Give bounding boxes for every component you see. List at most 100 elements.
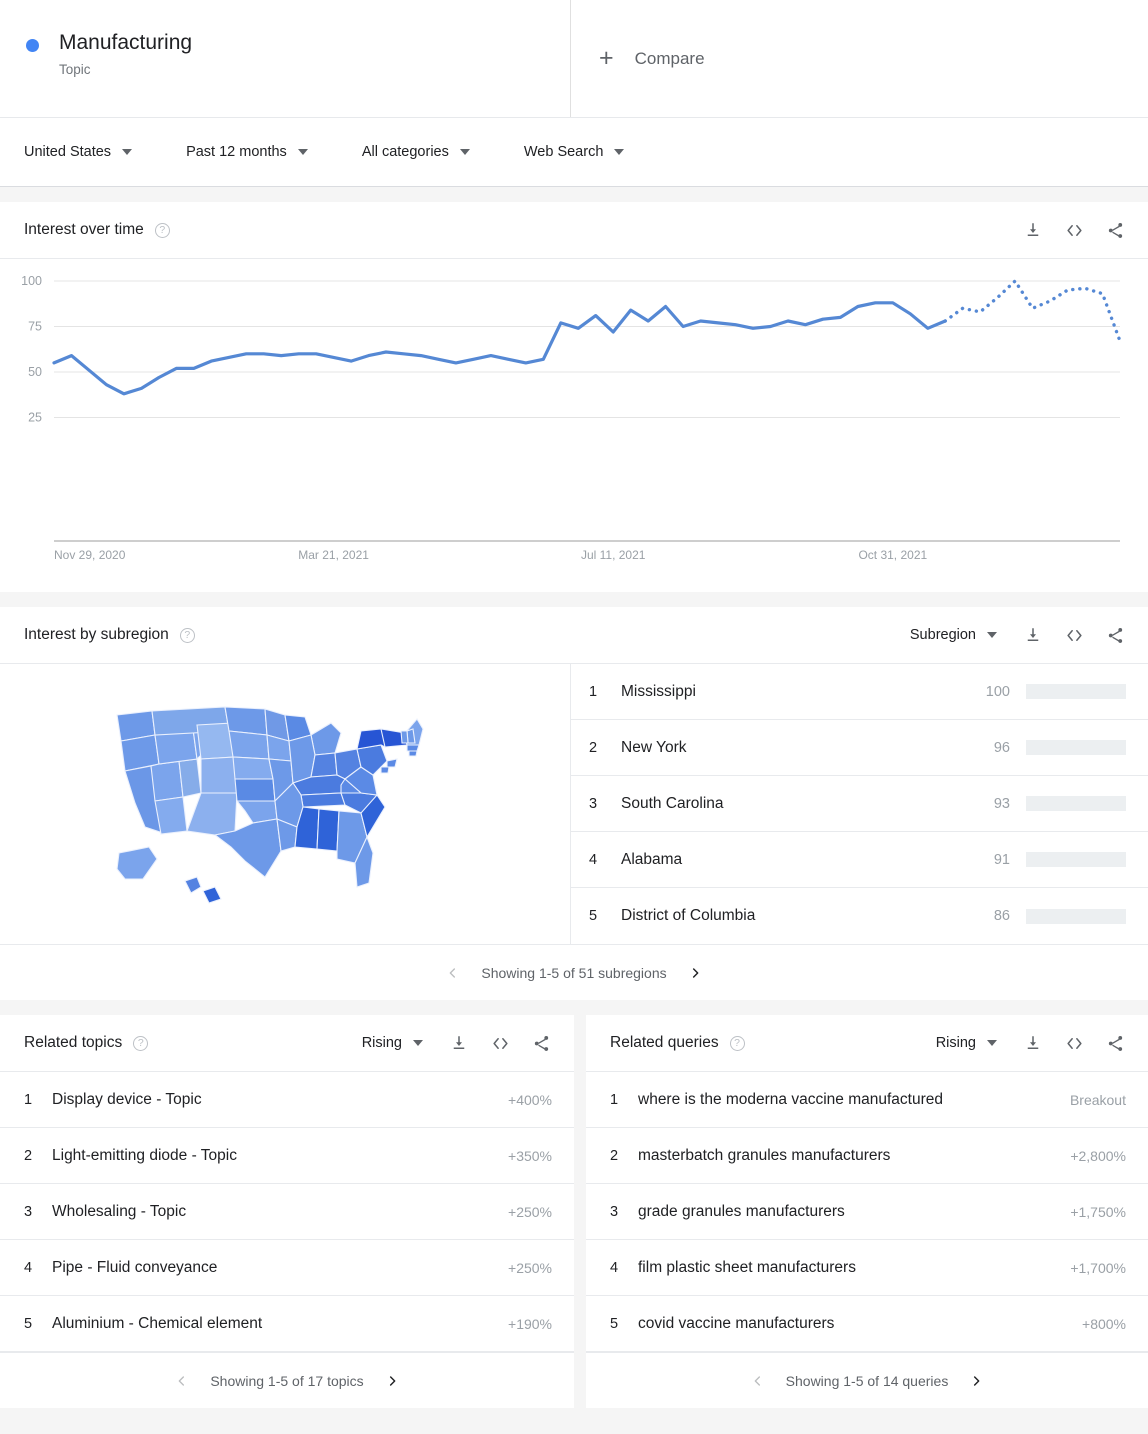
us-map-svg — [116, 706, 424, 904]
related-topics-sort-dropdown[interactable]: Rising — [362, 1035, 423, 1051]
row-rank: 3 — [589, 795, 598, 812]
subregion-dropdown[interactable]: Subregion — [910, 627, 997, 643]
list-item[interactable]: 5 covid vaccine manufacturers +800% — [586, 1296, 1148, 1352]
row-rank: 4 — [589, 851, 598, 868]
download-icon[interactable] — [1022, 1032, 1044, 1054]
share-icon[interactable] — [1104, 1032, 1126, 1054]
interest-over-time-chart[interactable]: 25 50 75 100 Nov 29, 2020 Mar 21, 2021 Jul 11,… — [0, 259, 1148, 592]
item-rank: 4 — [24, 1259, 33, 1276]
search-term-card[interactable]: Manufacturing Topic — [0, 0, 571, 117]
filter-category[interactable]: All categories — [362, 144, 470, 160]
next-page-button[interactable] — [384, 1373, 400, 1389]
help-icon[interactable]: ? — [729, 1035, 745, 1051]
state-tn — [300, 792, 346, 808]
table-row[interactable]: 4 Alabama 91 — [571, 832, 1148, 888]
interest-by-subregion-header: Interest by subregion ? Subregion — [0, 607, 1148, 664]
share-icon[interactable] — [1104, 219, 1126, 241]
table-row[interactable]: 1 Mississippi 100 — [571, 664, 1148, 720]
list-item[interactable]: 2 Light-emitting diode - Topic +350% — [0, 1128, 574, 1184]
choropleth-map[interactable] — [0, 664, 571, 944]
state-ct — [408, 750, 418, 757]
embed-icon[interactable] — [1063, 624, 1085, 646]
item-label: film plastic sheet manufacturers — [638, 1258, 856, 1276]
help-icon[interactable]: ? — [154, 222, 170, 238]
state-ks — [234, 778, 276, 802]
download-icon[interactable] — [448, 1032, 470, 1054]
embed-icon[interactable] — [1063, 219, 1085, 241]
embed-icon[interactable] — [1063, 1032, 1085, 1054]
related-topics-pagination: Showing 1-5 of 17 topics — [0, 1352, 574, 1408]
svg-text:75: 75 — [28, 320, 42, 334]
filter-search-type-label: Web Search — [523, 144, 604, 160]
plus-icon: + — [599, 44, 614, 72]
item-growth: +1,700% — [1070, 1259, 1126, 1276]
filter-search-type[interactable]: Web Search — [524, 144, 625, 160]
next-page-button[interactable] — [687, 965, 703, 981]
subregion-body: 1 Mississippi 100 2 New York 96 3 South … — [0, 664, 1148, 944]
subregion-list: 1 Mississippi 100 2 New York 96 3 South … — [571, 664, 1148, 944]
related-queries-title: Related queries — [610, 1034, 719, 1051]
related-topics-title: Related topics — [24, 1034, 123, 1051]
svg-text:25: 25 — [28, 411, 42, 425]
chevron-down-icon — [459, 149, 470, 155]
related-queries-sort-label: Rising — [935, 1035, 976, 1051]
table-row[interactable]: 2 New York 96 — [571, 720, 1148, 776]
list-item[interactable]: 1 where is the moderna vaccine manufactu… — [586, 1072, 1148, 1128]
search-term-subtitle: Topic — [59, 62, 91, 77]
section-spacer — [0, 187, 1148, 202]
pagination-label: Showing 1-5 of 51 subregions — [481, 964, 667, 981]
filter-location[interactable]: United States — [24, 144, 133, 160]
row-rank: 5 — [589, 908, 598, 924]
related-queries-pagination: Showing 1-5 of 14 queries — [586, 1352, 1148, 1408]
download-icon[interactable] — [1022, 624, 1044, 646]
state-nv — [150, 760, 184, 802]
previous-page-button[interactable] — [445, 965, 461, 981]
interest-over-time-card: Interest over time ? 25 50 75 100 Nov 29, 20… — [0, 202, 1148, 592]
item-rank: 3 — [610, 1203, 619, 1220]
state-in — [310, 752, 338, 778]
embed-icon[interactable] — [489, 1032, 511, 1054]
state-ak — [116, 846, 158, 880]
chevron-down-icon — [987, 632, 997, 638]
item-rank: 2 — [24, 1147, 33, 1164]
previous-page-button[interactable] — [174, 1373, 190, 1389]
filter-bar: United States Past 12 months All categor… — [0, 118, 1148, 187]
help-icon[interactable]: ? — [179, 627, 195, 643]
item-rank: 5 — [24, 1315, 33, 1332]
help-icon[interactable]: ? — [133, 1035, 149, 1051]
related-queries-sort-dropdown[interactable]: Rising — [936, 1035, 997, 1051]
list-item[interactable]: 3 grade granules manufacturers +1,750% — [586, 1184, 1148, 1240]
previous-page-button[interactable] — [750, 1373, 766, 1389]
interest-over-time-title: Interest over time — [24, 221, 144, 238]
svg-text:Nov 29, 2020: Nov 29, 2020 — [54, 548, 126, 562]
svg-text:50: 50 — [28, 365, 42, 379]
table-row[interactable]: 3 South Carolina 93 — [571, 776, 1148, 832]
share-icon[interactable] — [530, 1032, 552, 1054]
list-item[interactable]: 1 Display device - Topic +400% — [0, 1072, 574, 1128]
item-growth: +350% — [508, 1147, 552, 1164]
row-value: 93 — [993, 795, 1010, 812]
download-icon[interactable] — [1022, 219, 1044, 241]
row-bar — [1026, 908, 1126, 924]
filter-time-range[interactable]: Past 12 months — [186, 144, 308, 160]
state-vt — [400, 730, 409, 744]
list-item[interactable]: 5 Aluminium - Chemical element +190% — [0, 1296, 574, 1352]
list-item[interactable]: 4 film plastic sheet manufacturers +1,70… — [586, 1240, 1148, 1296]
table-row[interactable]: 5 District of Columbia 86 — [571, 888, 1148, 944]
bottom-panels: Related topics ? Rising 1 Display device… — [0, 1015, 1148, 1408]
item-label: Pipe - Fluid conveyance — [52, 1258, 218, 1276]
row-value: 91 — [993, 851, 1010, 868]
list-item[interactable]: 2 masterbatch granules manufacturers +2,… — [586, 1128, 1148, 1184]
row-bar — [1026, 740, 1126, 755]
next-page-button[interactable] — [968, 1373, 984, 1389]
item-growth: +250% — [508, 1259, 552, 1276]
chevron-down-icon — [413, 1040, 423, 1046]
state-md — [380, 766, 390, 774]
list-item[interactable]: 4 Pipe - Fluid conveyance +250% — [0, 1240, 574, 1296]
compare-button[interactable]: + Compare — [571, 0, 1148, 117]
share-icon[interactable] — [1104, 624, 1126, 646]
item-label: Display device - Topic — [52, 1090, 202, 1108]
list-item[interactable]: 3 Wholesaling - Topic +250% — [0, 1184, 574, 1240]
related-queries-header: Related queries ? Rising — [586, 1015, 1148, 1072]
state-hi — [184, 876, 202, 894]
